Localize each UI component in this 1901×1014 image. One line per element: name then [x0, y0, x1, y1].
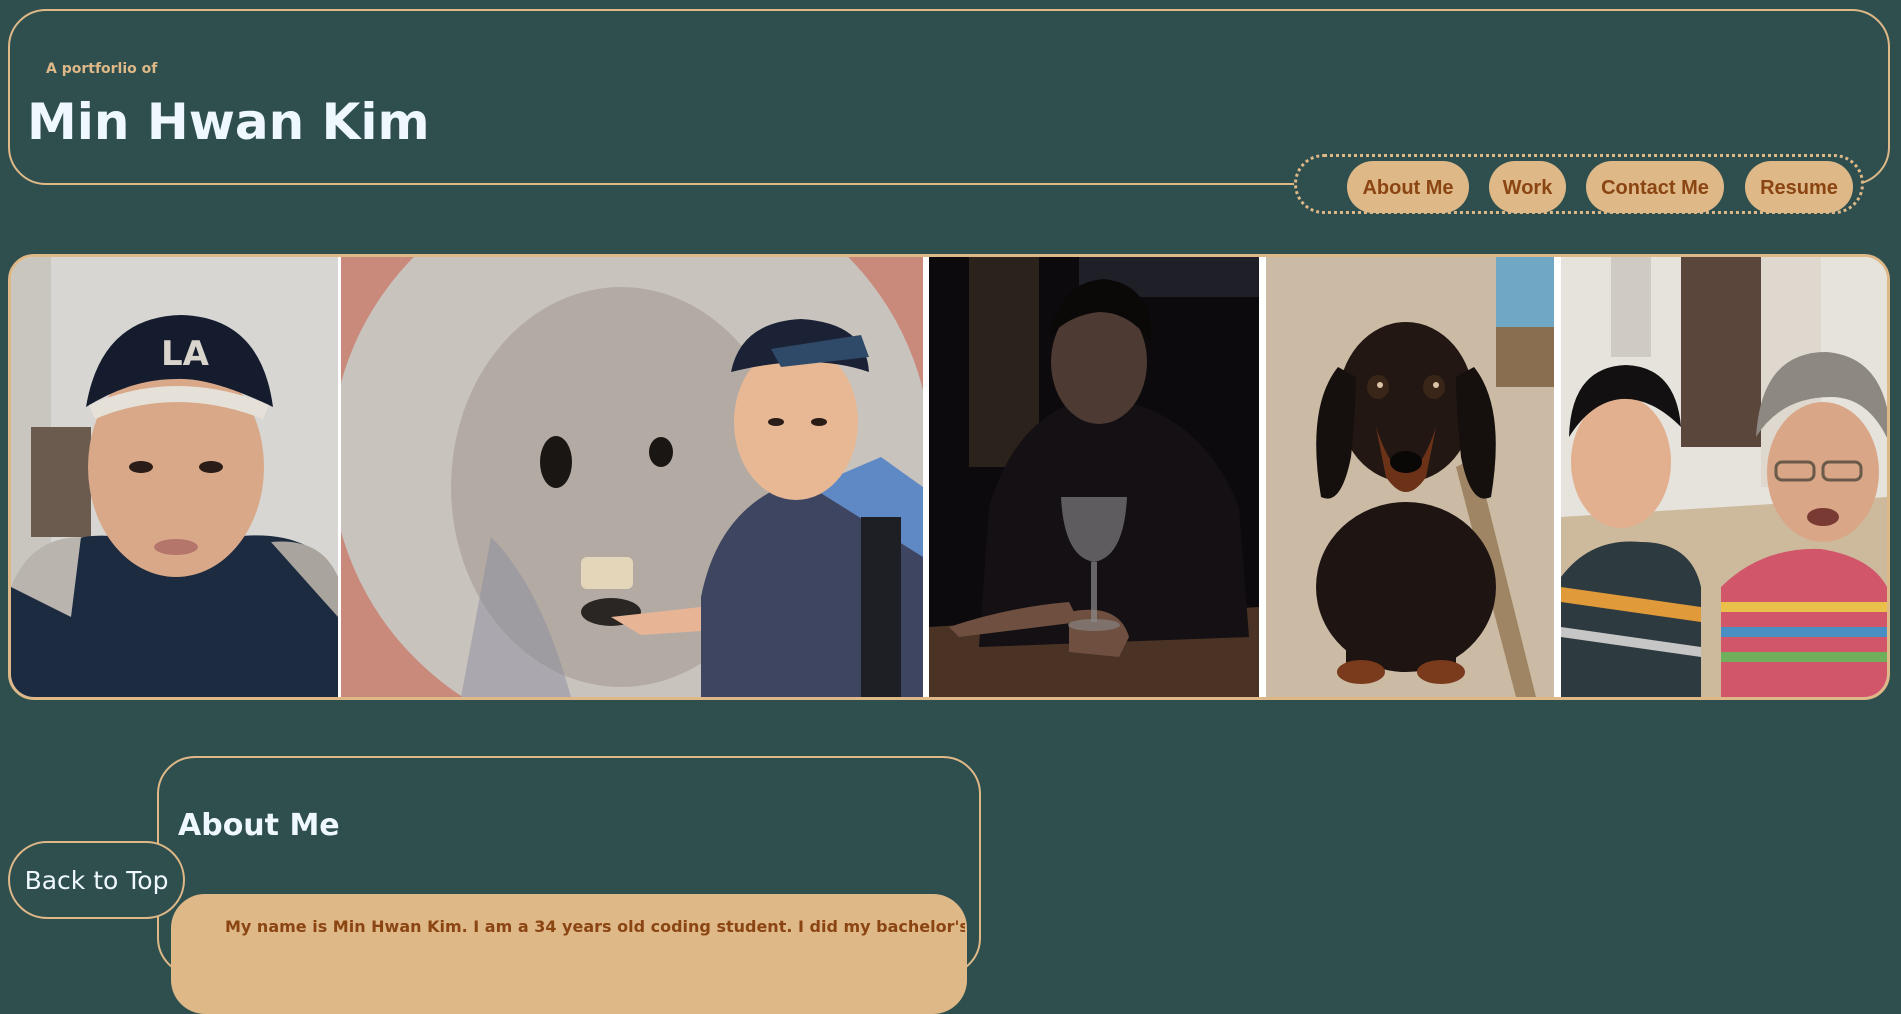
- about-me-card: My name is Min Hwan Kim. I am a 34 years…: [171, 894, 967, 1014]
- nav-contact-me-button[interactable]: Contact Me: [1586, 161, 1724, 213]
- photo-mouth-of-truth: [341, 257, 923, 697]
- photo-dachshund: [1266, 257, 1554, 697]
- about-me-text: My name is Min Hwan Kim. I am a 34 years…: [225, 917, 965, 936]
- svg-text:LA: LA: [161, 334, 210, 374]
- photo-grandmother: [1561, 257, 1887, 697]
- tagline: A portforlio of: [46, 61, 158, 77]
- about-me-section: About Me My name is Min Hwan Kim. I am a…: [157, 756, 981, 1014]
- main-nav: About Me Work Contact Me Resume: [1294, 154, 1864, 214]
- photo-banner: LA: [8, 254, 1890, 700]
- about-me-heading: About Me: [178, 808, 340, 843]
- back-to-top-button[interactable]: Back to Top: [8, 841, 185, 919]
- site-title: Min Hwan Kim: [27, 93, 430, 151]
- nav-resume-button[interactable]: Resume: [1745, 161, 1853, 213]
- nav-work-button[interactable]: Work: [1489, 161, 1566, 213]
- nav-about-me-button[interactable]: About Me: [1347, 161, 1469, 213]
- photo-selfie-cap: LA: [11, 257, 338, 697]
- photo-wine-glass: [929, 257, 1259, 697]
